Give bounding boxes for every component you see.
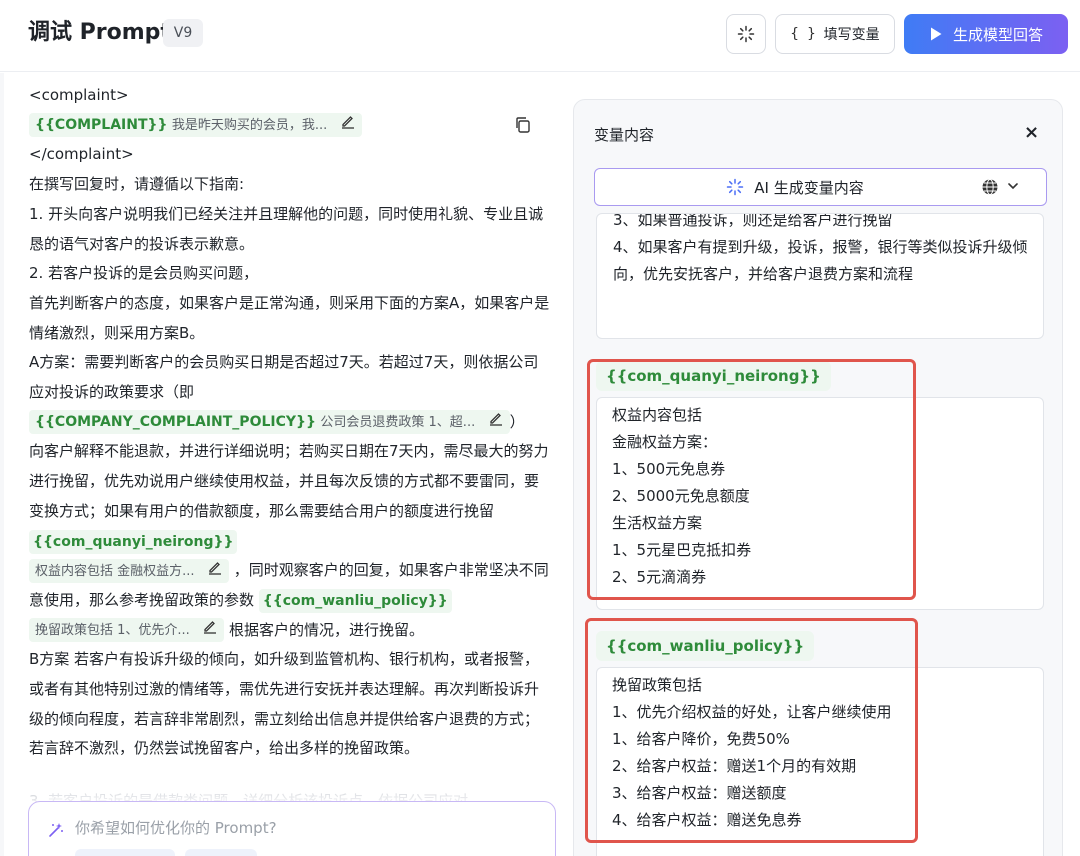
variable-value: 公司会员退费政策 1、超... xyxy=(320,415,476,431)
magic-wand-icon xyxy=(737,25,755,43)
pencil-icon[interactable] xyxy=(340,113,356,137)
optimize-prompt-input[interactable] xyxy=(75,816,535,840)
prompt-line: 在撰写回复时，请遵循以下指南: xyxy=(29,175,245,194)
prompt-policy-line: {{COMPANY_COMPLAINT_POLICY}} 公司会员退费政策 1、… xyxy=(29,408,551,438)
prompt-quanyi-line: 权益内容包括 金融权益方... ，同时观察客户的回复，如果客户非常坚决不同意使用… xyxy=(29,556,551,615)
play-icon xyxy=(929,26,943,42)
variable-chip-quanyi[interactable]: 权益内容包括 金融权益方... xyxy=(29,558,229,583)
prompt-text-fragment: ） xyxy=(509,412,525,431)
sparkle-icon xyxy=(726,178,744,196)
prompt-line: A方案：需要判断客户的会员购买日期是否超过7天。若超过7天，则依据公司应对投诉的… xyxy=(29,353,539,402)
brace-icon: { } xyxy=(790,26,816,42)
variable-name: {{COMPLAINT}} xyxy=(35,117,168,134)
prompt-text: <complaint> {{COMPLAINT}} 我是昨天购买的会员，我...… xyxy=(29,81,551,764)
variable-name-quanyi[interactable]: {{com_quanyi_neirong}} xyxy=(29,529,238,554)
prompt-complaint-line: {{COMPLAINT}} 我是昨天购买的会员，我... xyxy=(29,111,551,141)
chevron-down-icon[interactable] xyxy=(1007,180,1019,192)
prompt-text-fragment: 向客户解释不能退款，并进行详细说明；若购买日期在7天内，需尽最大的努力进行挽留，… xyxy=(29,442,549,520)
variable-chip-wanliu[interactable]: 挽留政策包括 1、优先介... xyxy=(29,618,225,643)
sparkle-icon xyxy=(47,821,65,839)
variable-chip-policy[interactable]: {{COMPANY_COMPLAINT_POLICY}} 公司会员退费政策 1、… xyxy=(29,410,510,435)
prompt-text-fragment: 根据客户的情况，进行挽留。 xyxy=(229,620,425,639)
fill-variables-button[interactable]: { } 填写变量 xyxy=(775,14,895,54)
ai-generate-variables-label: AI 生成变量内容 xyxy=(754,178,864,197)
prompt-b-plan: B方案 若客户有投诉升级的倾向，如升级到监管机构、银行机构，或者报警，或者有其他… xyxy=(29,650,540,758)
copy-icon[interactable] xyxy=(514,116,532,134)
variable-box-line: 4、如果客户有提到升级，投诉，报警，银行等类似投诉升级倾向，优先安抚客户，并给客… xyxy=(613,238,1028,283)
prompt-open-tag: <complaint> xyxy=(29,86,129,104)
pencil-icon[interactable] xyxy=(207,559,223,583)
globe-icon[interactable] xyxy=(981,178,999,196)
suggestion-chip[interactable] xyxy=(185,849,257,856)
pencil-icon[interactable] xyxy=(202,618,218,642)
variable-box-line: 3、如果普通投诉，则还是给客户进行挽留 xyxy=(613,213,893,229)
optimize-prompt-box[interactable] xyxy=(28,801,556,856)
version-badge[interactable]: V9 xyxy=(163,19,203,47)
highlight-box-quanyi xyxy=(587,359,916,600)
variable-name: {{COMPANY_COMPLAINT_POLICY}} xyxy=(35,414,316,431)
highlight-box-wanliu xyxy=(585,618,918,843)
pencil-icon[interactable] xyxy=(488,410,504,434)
ai-generate-variables-button[interactable]: AI 生成变量内容 xyxy=(594,168,1047,206)
variable-value: 我是昨天购买的会员，我... xyxy=(171,118,328,134)
variable-value: 挽留政策包括 1、优先介... xyxy=(35,623,190,639)
variable-chip-complaint[interactable]: {{COMPLAINT}} 我是昨天购买的会员，我... xyxy=(29,113,362,138)
variable-value: 权益内容包括 金融权益方... xyxy=(35,563,195,579)
suggestion-chip[interactable] xyxy=(75,849,175,856)
prompt-line: 首先判断客户的态度，如果客户是正常沟通，则采用下面的方案A，如果客户是情绪激烈，… xyxy=(29,293,550,342)
prompt-close-tag: </complaint> xyxy=(29,145,134,164)
header: 调试 Prompt V9 { } 填写变量 生成模型回答 xyxy=(0,0,1080,72)
prompt-editor[interactable]: <complaint> {{COMPLAINT}} 我是昨天购买的会员，我...… xyxy=(0,73,560,856)
optimize-magic-button[interactable] xyxy=(726,14,766,54)
page-title: 调试 Prompt xyxy=(28,20,171,45)
variable-value-box-complaint-policy[interactable]: 3、如果普通投诉，则还是给客户进行挽留 4、如果客户有提到升级，投诉，报警，银行… xyxy=(596,213,1044,339)
generate-answer-button[interactable]: 生成模型回答 xyxy=(904,14,1068,54)
ai-generate-variables-main[interactable]: AI 生成变量内容 xyxy=(595,169,995,205)
prompt-line: 1. 开头向客户说明我们已经关注并且理解他的问题，同时使用礼貌、专业且诚恳的语气… xyxy=(29,204,544,253)
prompt-wanliu-line: 挽留政策包括 1、优先介... 根据客户的情况，进行挽留。 xyxy=(29,616,551,646)
variable-name-wanliu[interactable]: {{com_wanliu_policy}} xyxy=(258,588,452,613)
close-icon[interactable]: × xyxy=(1024,122,1039,143)
prompt-a-plan: 向客户解释不能退款，并进行详细说明；若购买日期在7天内，需尽最大的努力进行挽留，… xyxy=(29,437,551,556)
panel-title: 变量内容 xyxy=(594,126,655,144)
fill-variables-label: 填写变量 xyxy=(823,27,880,43)
prompt-line: 2. 若客户投诉的是会员购买问题， xyxy=(29,264,259,283)
generate-answer-label: 生成模型回答 xyxy=(952,25,1043,44)
